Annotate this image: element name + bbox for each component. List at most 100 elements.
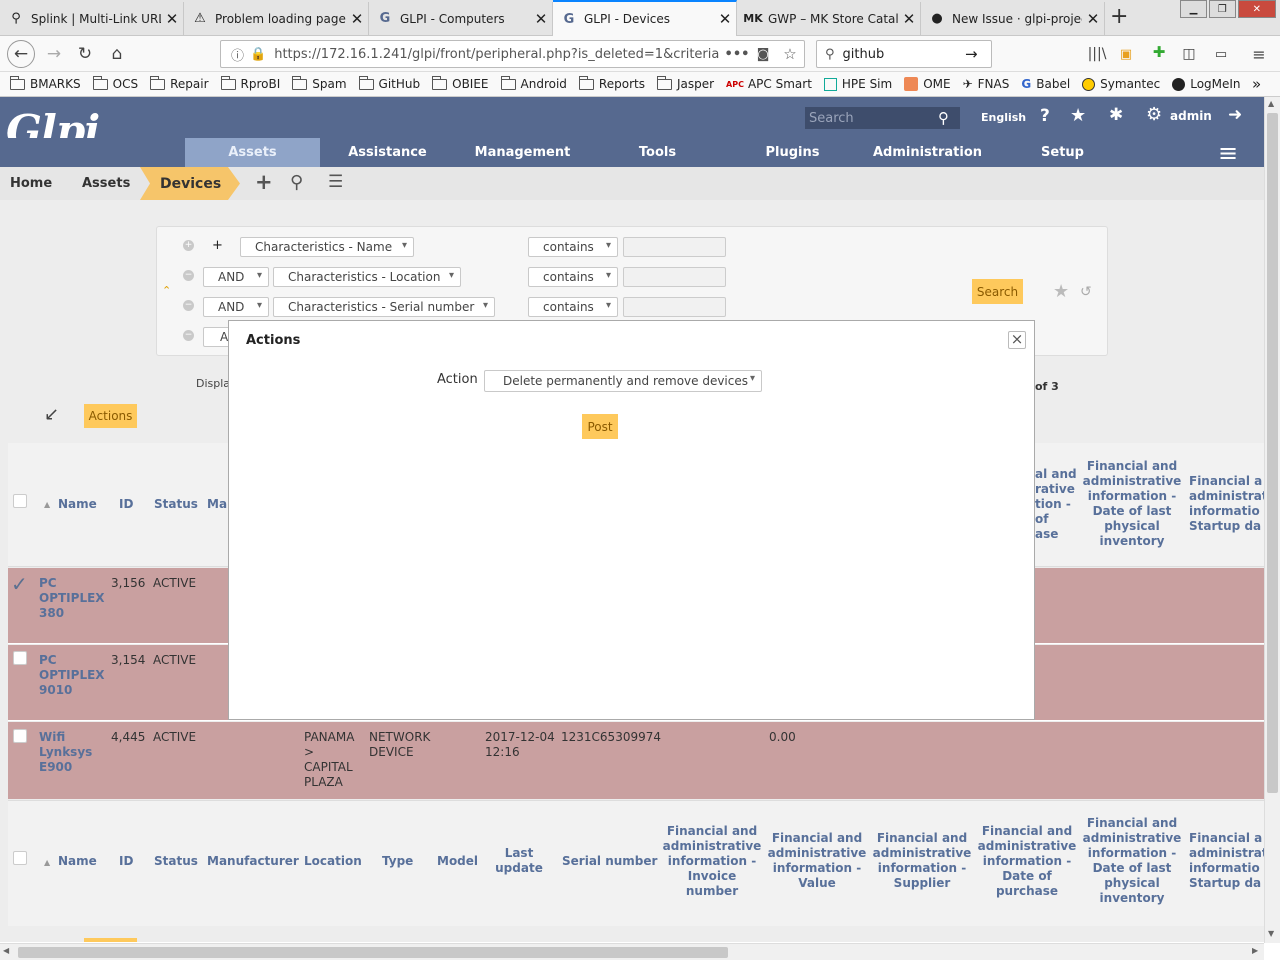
url-bar[interactable]: ⓘ 🔒 https://172.16.1.241/glpi/front/peri… (220, 40, 805, 68)
column-header-name[interactable]: Name (58, 854, 97, 869)
bookmark-rprobi[interactable]: RproBI (220, 75, 280, 91)
menu-assets[interactable]: Assets (185, 138, 320, 167)
criteria-value-input[interactable] (623, 297, 726, 317)
save-search-star-icon[interactable]: ★ (1053, 281, 1069, 302)
close-tab-icon[interactable]: ✕ (346, 10, 368, 28)
action-select[interactable]: Delete permanently and remove devices (484, 370, 762, 392)
column-header-manufacturer[interactable]: Ma (207, 497, 227, 512)
debug-bug-icon[interactable]: ✱ (1109, 105, 1123, 125)
bookmark-jasper[interactable]: Jasper (656, 75, 714, 91)
device-name-link[interactable]: PC OPTIPLEX 380 (39, 576, 105, 621)
criteria-operator-select[interactable]: contains (528, 237, 618, 257)
bookmark-hpe-sim[interactable]: HPE Sim (823, 77, 892, 91)
reset-search-icon[interactable]: ↺ (1080, 284, 1092, 300)
bookmark-fnas[interactable]: ✈ FNAS (963, 77, 1010, 91)
breadcrumb-devices[interactable]: Devices (140, 167, 240, 200)
column-header-manufacturer[interactable]: Manufacturer (207, 854, 299, 869)
glpi-search-box[interactable]: Search ⚲ (805, 107, 960, 129)
column-header-serial[interactable]: Serial number (562, 854, 657, 869)
scroll-up-icon[interactable]: ▲ (1268, 99, 1274, 108)
user-link[interactable]: admin (1170, 109, 1212, 123)
language-link[interactable]: English (981, 111, 1026, 124)
vertical-scroll-thumb[interactable] (1267, 113, 1278, 793)
bookmark-obiee[interactable]: OBIEE (432, 75, 489, 91)
bookmark-spam[interactable]: Spam (292, 75, 347, 91)
column-header-startup-date[interactable]: Financial a administrat informatio Start… (1189, 831, 1268, 891)
list-icon[interactable]: ☰ (328, 172, 343, 192)
menu-plugins[interactable]: Plugins (725, 138, 860, 167)
select-all-checkbox[interactable] (13, 851, 27, 865)
close-icon[interactable]: × (1008, 331, 1026, 349)
search-icon[interactable]: ⚲ (938, 109, 960, 127)
bookmark-ome[interactable]: OME (904, 77, 951, 91)
screenshot-icon[interactable]: ▭ (1208, 42, 1234, 66)
sidebar-icon[interactable]: ◫ (1176, 42, 1202, 66)
tab-problem-loading[interactable]: ⚠ Problem loading page ✕ (184, 2, 369, 35)
bookmark-reports[interactable]: Reports (578, 75, 645, 91)
bookmark-babel[interactable]: G Babel (1021, 77, 1070, 91)
pocket-icon[interactable]: ◙ (750, 47, 776, 62)
bookmark-bmarks[interactable]: BMARKS (10, 75, 81, 91)
menu-management[interactable]: Management (455, 138, 590, 167)
back-icon[interactable]: ← (7, 40, 35, 68)
gear-icon[interactable]: ⚙ (1146, 104, 1162, 125)
horizontal-scroll-thumb[interactable] (18, 947, 728, 958)
library-icon[interactable]: |||\ (1084, 42, 1110, 66)
column-header-inventory-date[interactable]: Financial and administrative information… (1082, 816, 1182, 906)
tab-glpi-devices[interactable]: G GLPI - Devices ✕ (553, 0, 737, 36)
column-header-invoice[interactable]: Financial and administrative information… (662, 824, 762, 899)
bookmark-star-icon[interactable]: ☆ (776, 45, 804, 63)
select-all-checkbox[interactable] (13, 494, 27, 508)
glpi-search-input[interactable]: Search (809, 111, 938, 126)
close-tab-icon[interactable]: ✕ (714, 10, 736, 28)
remove-criteria-icon[interactable]: − (183, 330, 194, 341)
device-name-link[interactable]: PC OPTIPLEX 9010 (39, 653, 105, 698)
tab-splink[interactable]: ⚲ Splink | Multi-Link URL ✕ (0, 2, 184, 35)
checked-checkmark-icon[interactable]: ✓ (11, 572, 28, 596)
bookmark-logmein[interactable]: LogMeIn (1172, 77, 1241, 91)
vertical-scrollbar[interactable]: ▲ ▼ (1264, 97, 1280, 943)
scroll-left-icon[interactable]: ◀ (3, 946, 9, 955)
column-header-status[interactable]: Status (154, 854, 198, 869)
bookmark-android[interactable]: Android (500, 75, 567, 91)
hamburger-menu-icon[interactable]: ≡ (1246, 42, 1272, 66)
bookmark-github[interactable]: GitHub (358, 75, 420, 91)
info-icon[interactable]: ⓘ (231, 45, 244, 64)
search-icon[interactable]: ⚲ (290, 172, 303, 193)
menu-setup[interactable]: Setup (995, 138, 1130, 167)
column-header-id[interactable]: ID (119, 497, 133, 512)
close-tab-icon[interactable]: ✕ (530, 10, 552, 28)
column-header-value[interactable]: Financial and administrative information… (767, 831, 867, 891)
criteria-operator-select[interactable]: contains (528, 297, 618, 317)
tab-new-issue[interactable]: ● New Issue · glpi-project ✕ (921, 2, 1105, 35)
rss-icon[interactable]: ▣ (1113, 42, 1139, 66)
bookmark-repair[interactable]: Repair (150, 75, 209, 91)
remove-criteria-icon[interactable]: − (183, 270, 194, 281)
minimize-icon[interactable]: ▁ (1180, 0, 1207, 18)
collapse-chevron-icon[interactable]: ⌃ (162, 284, 171, 297)
close-tab-icon[interactable]: ✕ (898, 10, 920, 28)
add-criteria-icon[interactable]: + (183, 240, 194, 251)
scroll-right-icon[interactable]: ▶ (1252, 946, 1258, 955)
column-header-location[interactable]: Location (304, 854, 362, 869)
post-button[interactable]: Post (582, 414, 618, 439)
criteria-logic-select[interactable]: AND (203, 297, 269, 317)
criteria-logic-select[interactable]: AND (203, 267, 269, 287)
criteria-value-input[interactable] (623, 267, 726, 287)
column-header-purchase-date[interactable]: Financial and administrative information… (977, 824, 1077, 899)
logout-icon[interactable]: ➜ (1228, 105, 1242, 125)
column-header-type[interactable]: Type (382, 854, 413, 869)
column-header-id[interactable]: ID (119, 854, 133, 869)
column-header-model[interactable]: Model (437, 854, 478, 869)
column-header-supplier[interactable]: Financial and administrative information… (872, 831, 972, 891)
addon-plus-icon[interactable]: ✚ (1146, 40, 1172, 64)
criteria-operator-select[interactable]: contains (528, 267, 618, 287)
menu-administration[interactable]: Administration (860, 138, 995, 167)
chevron-right-icon[interactable]: » (1252, 75, 1261, 93)
row-checkbox[interactable] (13, 651, 27, 665)
column-header-status[interactable]: Status (154, 497, 198, 512)
scroll-down-icon[interactable]: ▼ (1268, 929, 1274, 938)
page-actions-icon[interactable]: ••• (724, 47, 750, 62)
bookmark-ocs[interactable]: OCS (92, 75, 138, 91)
breadcrumb-assets[interactable]: Assets (82, 167, 130, 200)
